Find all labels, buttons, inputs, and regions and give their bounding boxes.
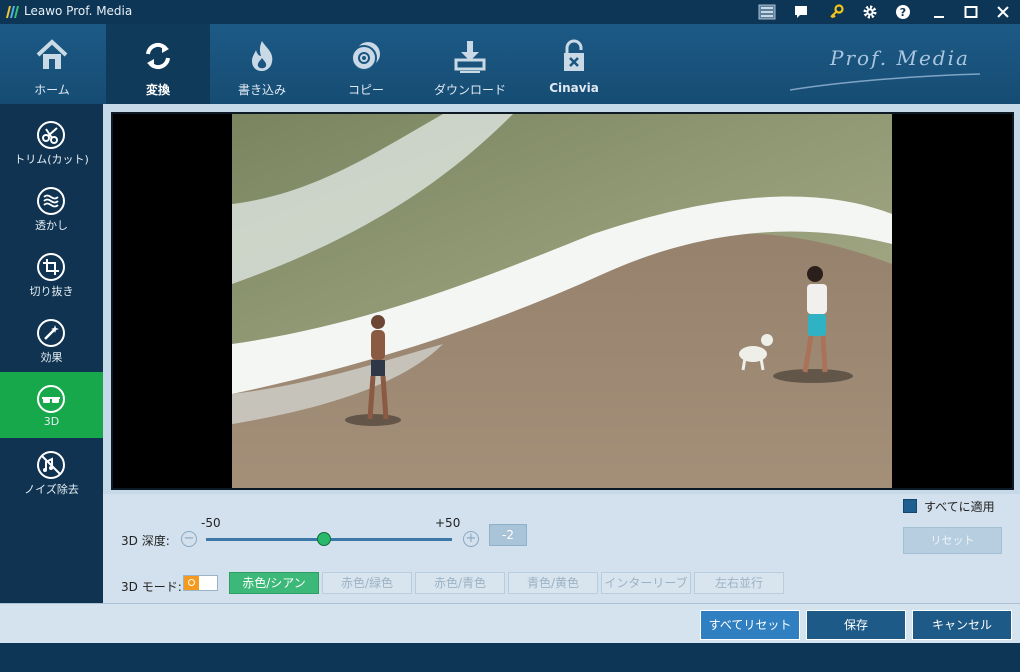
mode-red-blue-button[interactable]: 赤色/青色 xyxy=(415,572,505,594)
mode-toggle[interactable] xyxy=(183,575,218,591)
mode-interleave-button[interactable]: インターリーブ xyxy=(601,572,691,594)
watermark-icon xyxy=(37,187,65,215)
mode-red-green-button[interactable]: 赤色/緑色 xyxy=(322,572,412,594)
cancel-button[interactable]: キャンセル xyxy=(912,610,1012,640)
3d-controls: 3D 深度: − -50 +50 + -2 3D モード: 赤色/シアン 赤色/… xyxy=(103,494,1020,603)
feedback-icon[interactable] xyxy=(790,2,812,22)
copy-icon xyxy=(351,42,380,71)
effect-icon xyxy=(37,319,65,347)
svg-text:?: ? xyxy=(900,6,906,19)
brand-logo: Prof. Media xyxy=(790,46,990,96)
sidebar-item-trim[interactable]: トリム(カット) xyxy=(0,108,103,174)
mode-label: 3D モード: xyxy=(121,580,182,594)
apply-all-label: すべてに適用 xyxy=(924,500,995,514)
maximize-icon[interactable] xyxy=(960,2,982,22)
depth-slider-thumb[interactable] xyxy=(317,532,332,546)
sidebar-item-watermark[interactable]: 透かし xyxy=(0,174,103,240)
close-icon[interactable] xyxy=(992,2,1014,22)
sidebar-item-effect[interactable]: 効果 xyxy=(0,306,103,372)
burn-icon xyxy=(252,41,273,71)
title-bar: Leawo Prof. Media ? xyxy=(0,0,1020,24)
convert-icon xyxy=(146,42,170,70)
cinavia-icon xyxy=(564,39,584,71)
reset-button[interactable]: リセット xyxy=(903,527,1002,554)
crop-icon xyxy=(37,253,65,281)
sidebar-item-denoise[interactable]: ノイズ除去 xyxy=(0,438,103,504)
toggle-knob xyxy=(184,576,199,590)
sidebar-item-crop[interactable]: 切り抜き xyxy=(0,240,103,306)
reset-all-button[interactable]: すべてリセット xyxy=(700,610,800,640)
main-panel: 3D 深度: − -50 +50 + -2 3D モード: 赤色/シアン 赤色/… xyxy=(103,104,1020,603)
brand-swoosh xyxy=(790,73,981,91)
save-button[interactable]: 保存 xyxy=(806,610,906,640)
screen-icon[interactable] xyxy=(756,2,778,22)
nav-convert[interactable]: 変換 xyxy=(106,24,210,104)
depth-max-label: +50 xyxy=(435,516,461,530)
beach-video-frame xyxy=(113,114,1012,488)
key-icon[interactable] xyxy=(826,2,848,22)
depth-increase-button[interactable]: + xyxy=(463,531,479,547)
depth-min-label: -50 xyxy=(201,516,221,530)
mode-blue-yellow-button[interactable]: 青色/黄色 xyxy=(508,572,598,594)
video-preview-frame xyxy=(111,112,1014,490)
3d-glasses-icon xyxy=(37,385,65,413)
nav-copy[interactable]: コピー xyxy=(314,24,418,104)
nav-burn[interactable]: 書き込み xyxy=(210,24,314,104)
depth-decrease-button[interactable]: − xyxy=(181,531,197,547)
nav-cinavia[interactable]: Cinavia xyxy=(522,24,626,104)
minimize-icon[interactable] xyxy=(928,2,950,22)
denoise-icon xyxy=(37,451,65,479)
scissors-icon xyxy=(37,121,65,149)
top-navigation: ホーム 変換 書き込み コピー ダウンロード Cinavia Prof. Med… xyxy=(0,24,1020,104)
edit-sidebar: トリム(カット) 透かし 切り抜き 効果 3D ノイズ除去 xyxy=(0,104,103,603)
depth-value-field[interactable]: -2 xyxy=(489,524,527,546)
action-bar: すべてリセット 保存 キャンセル xyxy=(0,603,1020,643)
settings-gear-icon[interactable] xyxy=(859,2,881,22)
help-icon[interactable]: ? xyxy=(892,2,914,22)
status-bar xyxy=(0,643,1020,672)
sidebar-item-3d[interactable]: 3D xyxy=(0,372,103,438)
nav-home[interactable]: ホーム xyxy=(0,24,104,104)
apply-all-checkbox[interactable] xyxy=(903,499,917,513)
home-icon xyxy=(36,39,68,69)
mode-side-by-side-button[interactable]: 左右並行 xyxy=(694,572,784,594)
video-preview xyxy=(113,114,1012,488)
depth-label: 3D 深度: xyxy=(121,534,170,548)
app-logo-icon xyxy=(6,6,19,18)
download-icon xyxy=(454,41,486,73)
window-title: Leawo Prof. Media xyxy=(24,4,133,18)
nav-download[interactable]: ダウンロード xyxy=(418,24,522,104)
mode-red-cyan-button[interactable]: 赤色/シアン xyxy=(229,572,319,594)
